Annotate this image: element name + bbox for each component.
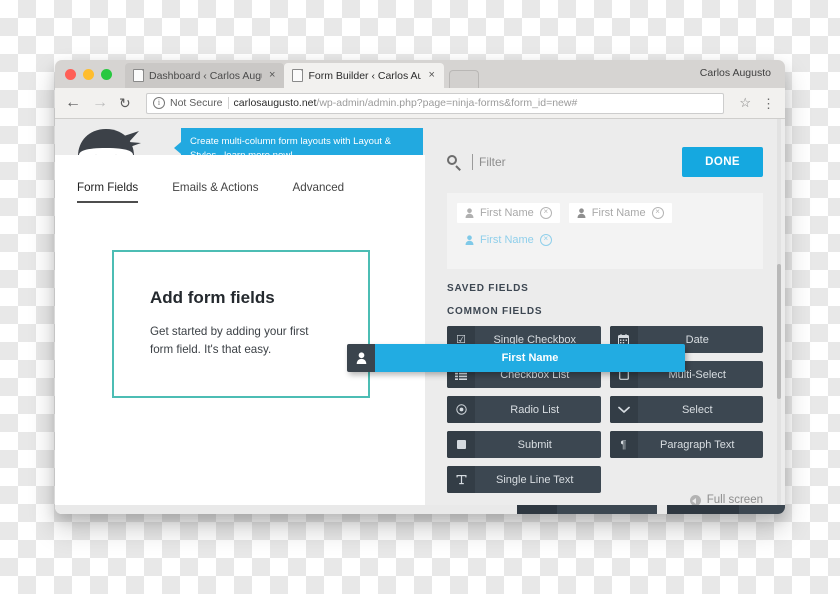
field-item-paragraph-text[interactable]: ¶ Paragraph Text	[609, 431, 763, 458]
site-info-icon[interactable]: i	[153, 97, 165, 109]
field-item-radio-list[interactable]: Radio List	[447, 396, 601, 423]
status-segment	[667, 505, 739, 514]
chip-remove-icon[interactable]: ×	[539, 207, 552, 219]
chip-remove-icon[interactable]: ×	[539, 234, 552, 246]
bookmark-star-icon[interactable]: ☆	[739, 95, 751, 111]
text-cursor-icon	[447, 466, 475, 493]
sidebar-toolbar: DONE	[425, 119, 785, 177]
status-segment	[517, 505, 557, 514]
form-builder-tabs: Form Fields Emails & Actions Advanced	[55, 155, 425, 203]
tab-close-icon[interactable]: ×	[269, 70, 275, 81]
search-icon	[447, 154, 462, 170]
field-item-select[interactable]: Select	[609, 396, 763, 423]
back-button[interactable]: ←	[65, 95, 81, 111]
security-label: Not Secure	[170, 97, 223, 109]
person-icon	[347, 344, 375, 372]
browser-tab-dashboard[interactable]: Dashboard ‹ Carlos Augusto — ×	[125, 63, 286, 88]
radio-icon	[447, 396, 475, 423]
field-sidebar: DONE First Name ×	[425, 119, 785, 514]
bottom-status-bar	[55, 505, 785, 514]
url-bar[interactable]: i Not Secure carlosaugusto.net/wp-admin/…	[146, 92, 725, 114]
saved-fields-panel: First Name × First Name × First Name ×	[447, 193, 763, 269]
browser-address-bar: ← → ↻ i Not Secure carlosaugusto.net/wp-…	[55, 88, 785, 119]
browser-tab-form-builder[interactable]: Form Builder ‹ Carlos Augusto ×	[284, 63, 444, 88]
field-item-label: Submit	[517, 438, 552, 451]
chip-remove-icon[interactable]: ×	[651, 207, 664, 219]
window-controls	[65, 69, 112, 80]
tab-title: Dashboard ‹ Carlos Augusto —	[149, 69, 262, 82]
browser-tab-bar: Dashboard ‹ Carlos Augusto — × Form Buil…	[55, 60, 785, 88]
url-text: carlosaugusto.net/wp-admin/admin.php?pag…	[234, 97, 578, 109]
chip-row: First Name ×	[457, 230, 753, 250]
page-icon	[292, 69, 304, 82]
field-item-label: Single Line Text	[496, 473, 574, 486]
url-host: carlosaugusto.net	[233, 97, 317, 109]
tab-emails-actions[interactable]: Emails & Actions	[172, 181, 258, 201]
filter-input[interactable]	[472, 154, 673, 170]
saved-field-chip[interactable]: First Name ×	[457, 203, 560, 223]
minimize-window-button[interactable]	[83, 69, 94, 80]
form-builder-panel: Form Fields Emails & Actions Advanced Ad…	[55, 155, 425, 514]
browser-profile-name[interactable]: Carlos Augusto	[700, 67, 771, 79]
pilcrow-icon: ¶	[609, 431, 638, 458]
field-item-single-line-text[interactable]: Single Line Text	[447, 466, 601, 493]
tab-title: Form Builder ‹ Carlos Augusto	[308, 69, 422, 82]
browser-menu-icon[interactable]: ⋮	[762, 97, 775, 110]
field-item-label: Radio List	[510, 403, 560, 416]
status-segment	[557, 505, 657, 514]
url-divider	[227, 97, 229, 109]
dragging-field-label: First Name	[375, 344, 685, 372]
maximize-window-button[interactable]	[101, 69, 112, 80]
status-segment	[739, 505, 785, 514]
close-window-button[interactable]	[65, 69, 76, 80]
form-fields-dropzone[interactable]: Add form fields Get started by adding yo…	[112, 250, 370, 398]
page-icon	[133, 69, 144, 82]
dropzone-subtitle: Get started by adding your first form fi…	[150, 325, 309, 356]
field-item-label: Select	[681, 403, 713, 416]
fullscreen-icon	[689, 494, 701, 506]
person-icon	[577, 208, 586, 218]
page-content: Create multi-column form layouts with La…	[55, 119, 785, 514]
field-item-submit[interactable]: Submit	[447, 431, 601, 458]
tab-close-icon[interactable]: ×	[428, 70, 434, 81]
filled-square-icon	[447, 431, 475, 458]
url-path: /wp-admin/admin.php?page=ninja-forms&for…	[316, 97, 578, 109]
reload-button[interactable]: ↻	[119, 95, 135, 111]
chip-label: First Name	[591, 207, 646, 219]
chevron-down-icon	[609, 396, 638, 423]
browser-window: Dashboard ‹ Carlos Augusto — × Form Buil…	[55, 60, 785, 514]
forward-button[interactable]: →	[92, 95, 108, 111]
tab-strip: Dashboard ‹ Carlos Augusto — × Form Buil…	[125, 60, 479, 88]
chip-label: First Name	[480, 234, 534, 246]
person-icon	[465, 235, 474, 245]
done-button[interactable]: DONE	[682, 147, 763, 177]
field-item-label: Paragraph Text	[660, 438, 735, 451]
chip-row: First Name × First Name ×	[457, 203, 753, 223]
chip-label: First Name	[480, 207, 534, 219]
sidebar-scrollbar-thumb[interactable]	[777, 264, 781, 399]
dropzone-title: Add form fields	[150, 288, 275, 307]
new-tab-button[interactable]	[448, 70, 479, 88]
saved-fields-heading: SAVED FIELDS	[447, 283, 529, 294]
common-fields-heading: COMMON FIELDS	[447, 306, 543, 317]
tab-form-fields[interactable]: Form Fields	[77, 181, 139, 203]
saved-field-chip[interactable]: First Name ×	[457, 230, 560, 250]
saved-field-chip[interactable]: First Name ×	[568, 203, 672, 223]
field-grid-spacer	[610, 466, 764, 493]
dragging-field-first-name[interactable]: First Name	[347, 344, 685, 372]
person-icon	[465, 208, 474, 218]
tab-advanced[interactable]: Advanced	[293, 181, 345, 201]
